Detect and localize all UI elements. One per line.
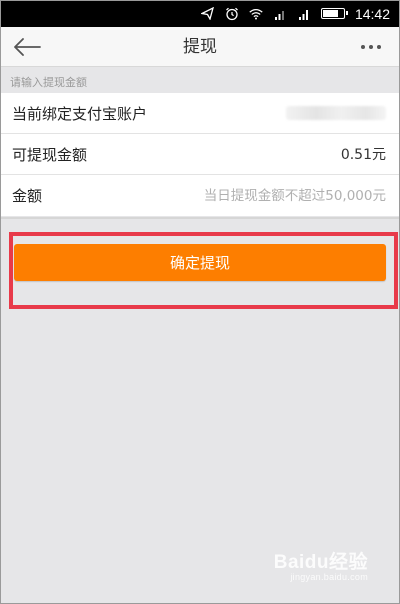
section-hint: 请输入提现金额	[10, 76, 87, 89]
watermark: Baidu经验 jingyan.baidu.com	[274, 547, 368, 582]
signal-icon	[273, 7, 287, 21]
more-dot	[369, 45, 373, 49]
back-button[interactable]	[10, 33, 44, 61]
signal-icon	[297, 7, 311, 21]
amount-label: 金额	[12, 187, 43, 205]
withdrawable-label: 可提现金额	[12, 145, 88, 164]
withdraw-form: 当前绑定支付宝账户 可提现金额 0.51元 金额	[0, 93, 400, 216]
wifi-icon	[249, 7, 263, 21]
account-row: 当前绑定支付宝账户	[0, 93, 400, 134]
amount-input[interactable]	[146, 187, 386, 204]
send-icon	[201, 7, 215, 21]
alarm-icon	[225, 7, 239, 21]
status-bar: 14:42	[0, 0, 400, 27]
more-horizontal-icon	[361, 45, 365, 49]
page-title: 提现	[183, 37, 217, 57]
arrow-left-icon	[14, 38, 41, 56]
watermark-main: Baidu经验	[273, 552, 368, 573]
form-divider	[0, 217, 400, 219]
more-button[interactable]	[354, 33, 388, 61]
withdrawable-value: 0.51元	[340, 147, 386, 163]
more-dot	[377, 45, 381, 49]
amount-row: 金额	[0, 175, 400, 216]
account-value-hidden	[286, 106, 386, 120]
battery-icon	[320, 8, 348, 19]
confirm-withdraw-button[interactable]: 确定提现	[14, 244, 386, 281]
withdrawable-row: 可提现金额 0.51元	[0, 134, 400, 175]
status-time: 14:42	[354, 5, 390, 22]
nav-bar: 提现	[0, 27, 400, 67]
account-label: 当前绑定支付宝账户	[12, 104, 148, 123]
